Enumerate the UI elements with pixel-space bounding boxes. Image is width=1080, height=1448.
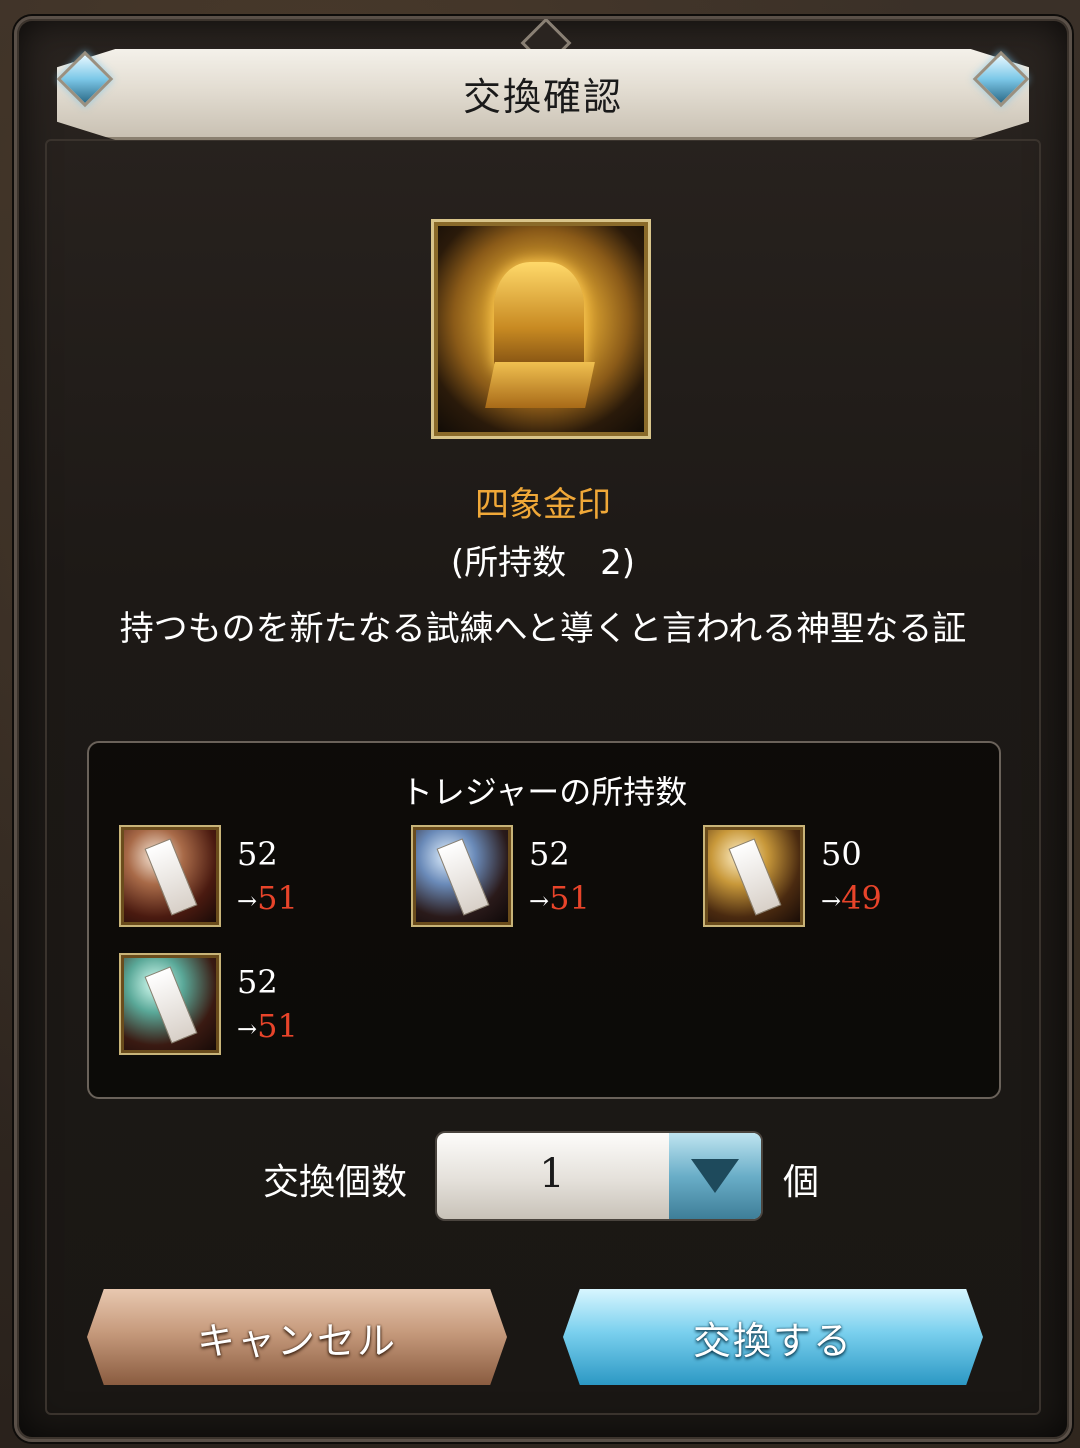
quantity-unit: 個 <box>783 1162 820 1203</box>
cancel-button[interactable]: キャンセル <box>87 1289 507 1385</box>
treasure-panel-title: トレジャーの所持数 <box>400 773 688 811</box>
treasure-before-count: 50 <box>821 835 862 873</box>
chevron-down-icon[interactable] <box>669 1133 761 1219</box>
treasure-before-count: 52 <box>237 963 278 1001</box>
treasure-after-count: →49 <box>821 879 882 917</box>
arrow-icon: → <box>237 887 258 915</box>
treasure-after-count: →51 <box>237 879 298 917</box>
treasure-before-count: 52 <box>237 835 278 873</box>
treasure-item: 52 →51 <box>119 953 379 1057</box>
gold-talisman-icon <box>703 825 805 927</box>
arrow-icon: → <box>821 887 842 915</box>
treasure-after-count: →51 <box>237 1007 298 1045</box>
exchange-button[interactable]: 交換する <box>563 1289 983 1385</box>
arrow-icon: → <box>237 1015 258 1043</box>
treasure-item: 52 →51 <box>411 825 671 929</box>
blue-talisman-icon <box>411 825 513 927</box>
seal-base <box>485 362 595 408</box>
red-talisman-icon <box>119 825 221 927</box>
treasure-after-count: →51 <box>529 879 590 917</box>
treasure-before-count: 52 <box>529 835 570 873</box>
teal-talisman-icon <box>119 953 221 1055</box>
treasure-item: 50 →49 <box>703 825 963 929</box>
quantity-value: 1 <box>539 1151 565 1197</box>
exchange-confirm-dialog: 交換確認 四象金印 (所持数 2) 持つものを新たなる試練へと導くと言われる神聖… <box>14 16 1072 1442</box>
quantity-select[interactable]: 1 <box>437 1133 761 1219</box>
treasure-panel: トレジャーの所持数 52 →51 52 →51 50 →49 52 →51 <box>87 741 1001 1099</box>
treasure-item: 52 →51 <box>119 825 379 929</box>
arrow-icon: → <box>529 887 550 915</box>
item-owned-count: (所持数 2) <box>450 543 636 583</box>
item-description: 持つものを新たなる試練へと導くと言われる神聖なる証 <box>119 609 967 649</box>
item-name: 四象金印 <box>475 485 611 525</box>
dialog-title: 交換確認 <box>462 74 623 119</box>
dialog-header: 交換確認 <box>57 49 1029 140</box>
golden-seal-icon <box>494 262 584 372</box>
item-image <box>431 219 651 439</box>
quantity-label: 交換個数 <box>263 1162 408 1203</box>
